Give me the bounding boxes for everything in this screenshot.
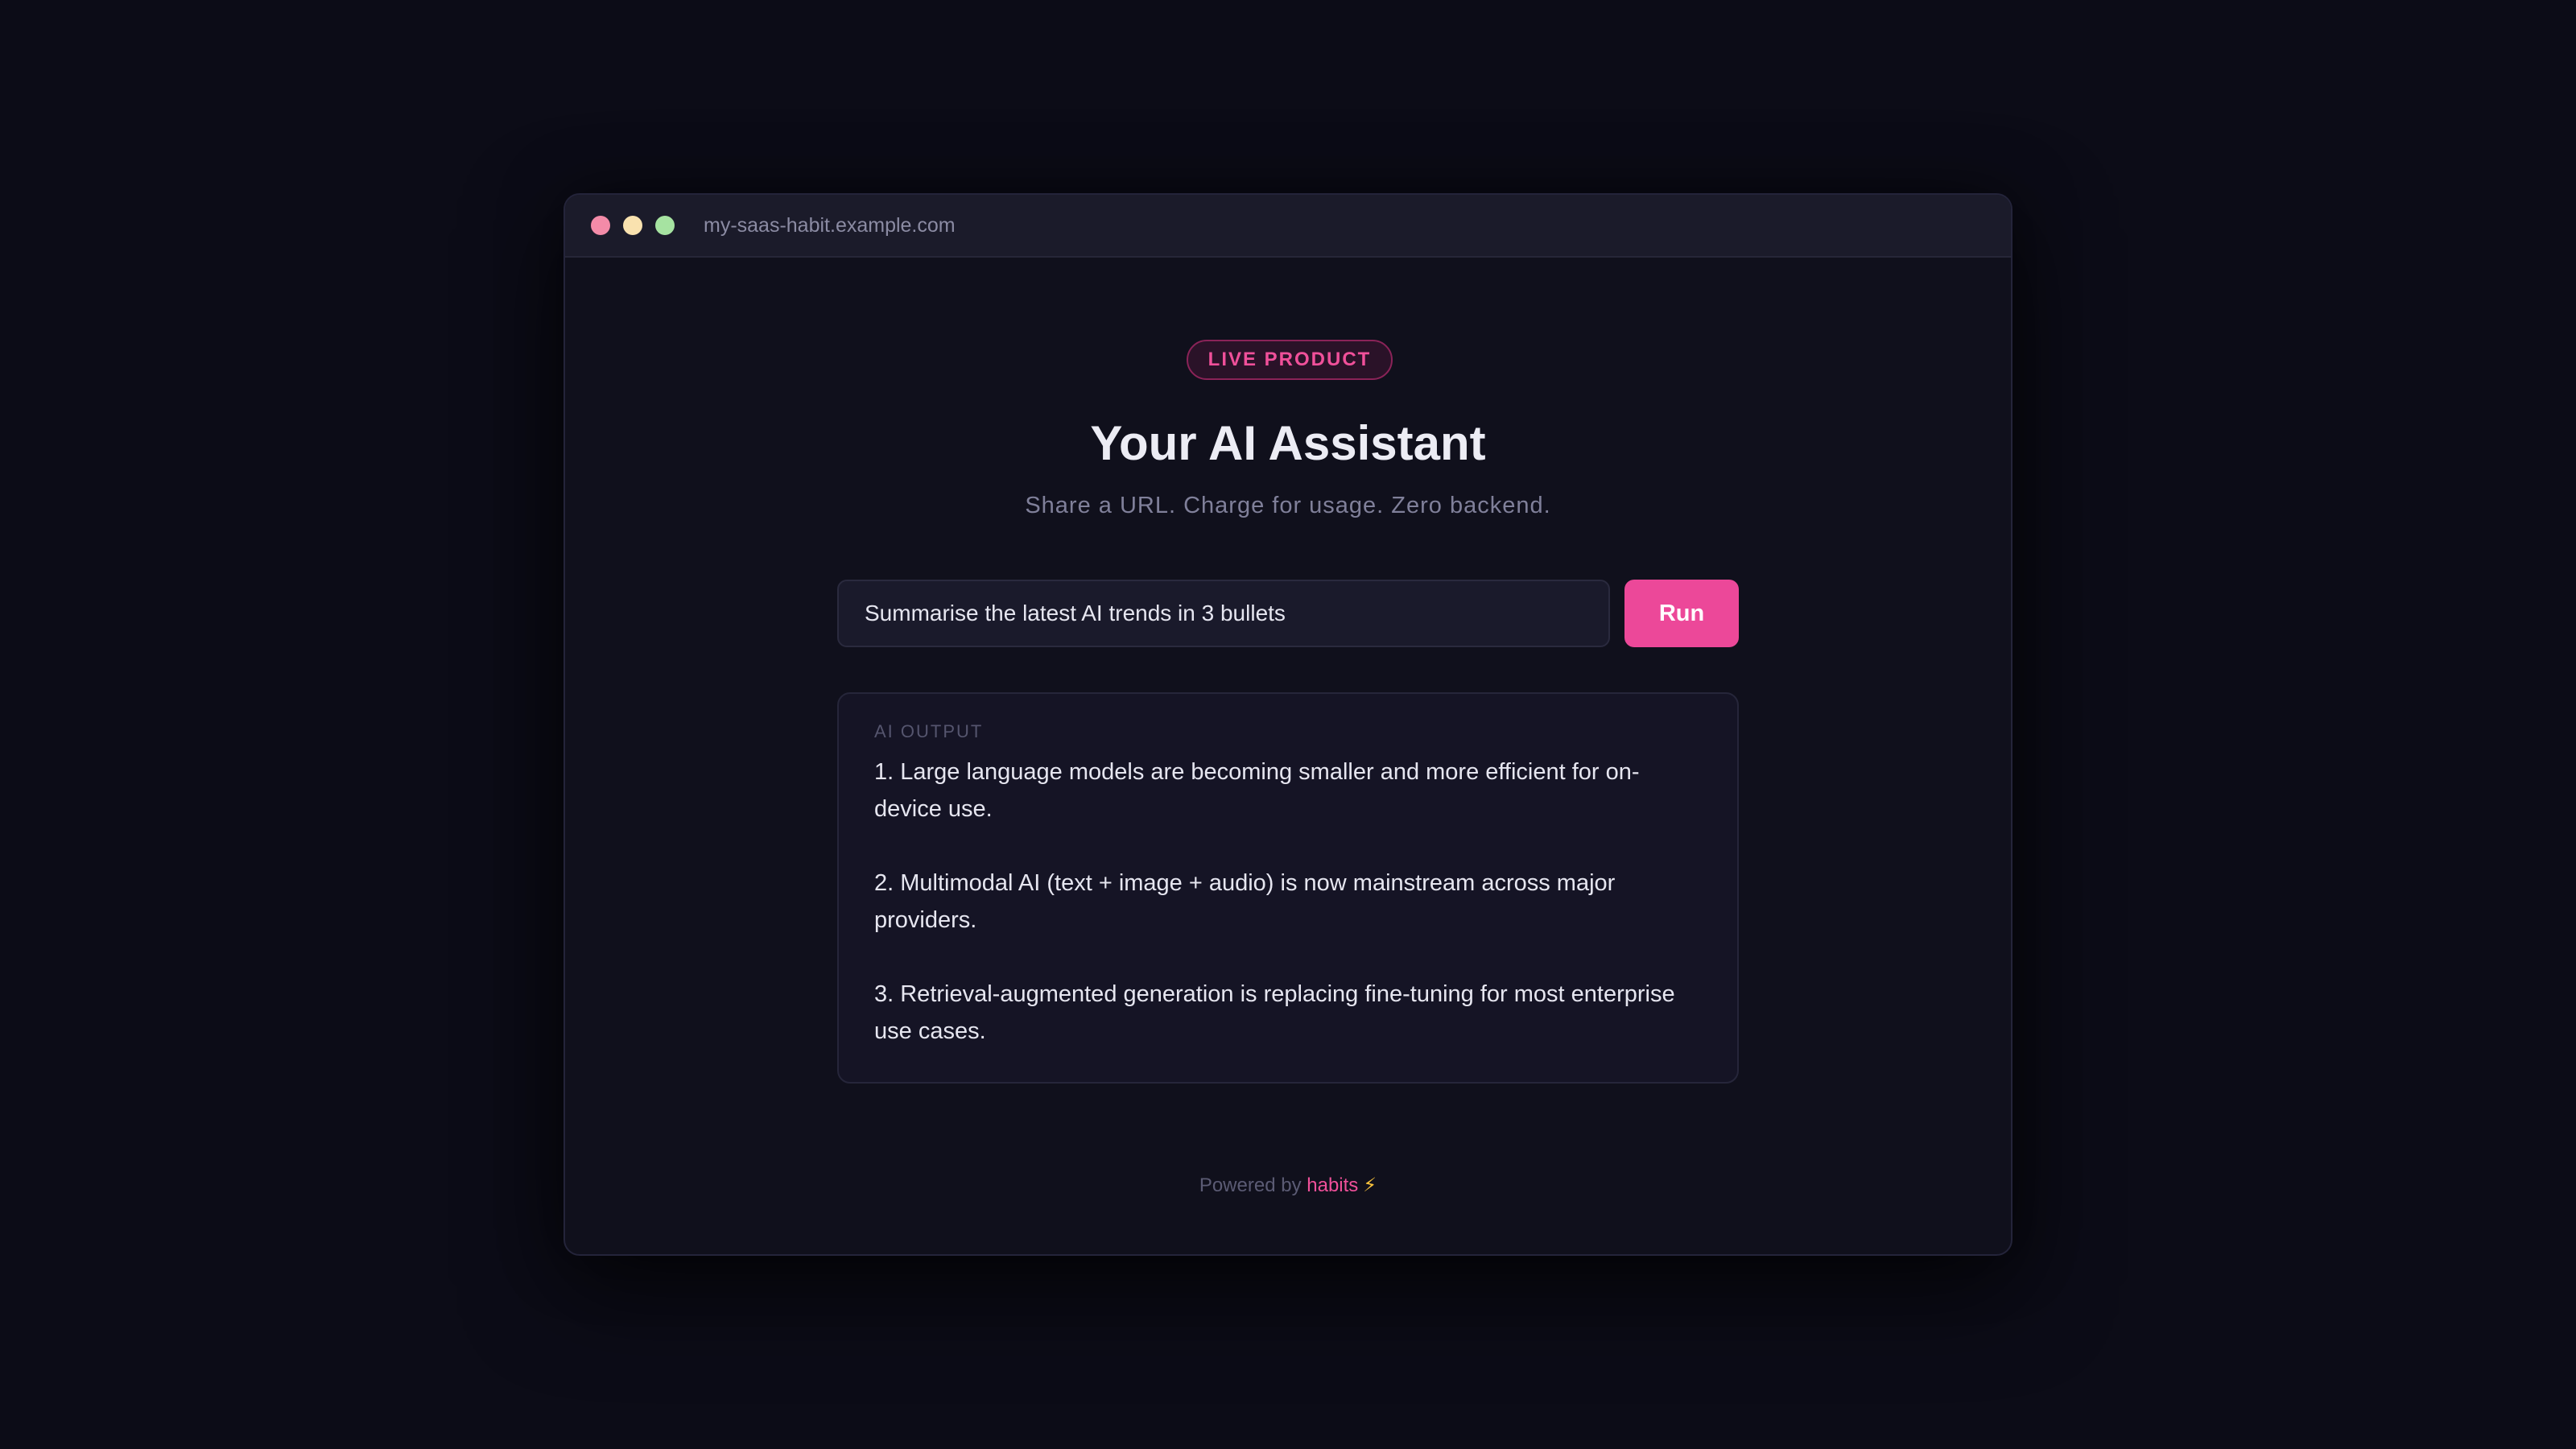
run-button[interactable]: Run — [1624, 580, 1739, 647]
page-subtitle: Share a URL. Charge for usage. Zero back… — [1025, 493, 1551, 518]
minimize-window-button[interactable] — [623, 216, 642, 235]
maximize-window-button[interactable] — [655, 216, 675, 235]
footer: Powered by habits ⚡ — [565, 1174, 2011, 1197]
live-product-badge: LIVE PRODUCT — [1187, 340, 1393, 380]
page-content: LIVE PRODUCT Your AI Assistant Share a U… — [565, 258, 2011, 1254]
close-window-button[interactable] — [591, 216, 610, 235]
output-item: 2. Multimodal AI (text + image + audio) … — [874, 870, 1616, 933]
output-item: 3. Retrieval-augmented generation is rep… — [874, 981, 1675, 1044]
browser-window: my-saas-habit.example.com LIVE PRODUCT Y… — [564, 193, 2013, 1256]
address-url[interactable]: my-saas-habit.example.com — [704, 214, 956, 237]
ai-output-panel: AI OUTPUT 1. Large language models are b… — [837, 692, 1739, 1084]
ai-output-label: AI OUTPUT — [874, 721, 984, 741]
window-titlebar: my-saas-habit.example.com — [565, 195, 2011, 258]
page-title: Your AI Assistant — [1090, 416, 1486, 470]
habits-link[interactable]: habits — [1307, 1174, 1358, 1196]
output-item: 1. Large language models are becoming sm… — [874, 759, 1640, 822]
prompt-input[interactable] — [837, 580, 1610, 647]
lightning-icon: ⚡ — [1363, 1174, 1377, 1196]
footer-prefix: Powered by — [1199, 1174, 1302, 1196]
